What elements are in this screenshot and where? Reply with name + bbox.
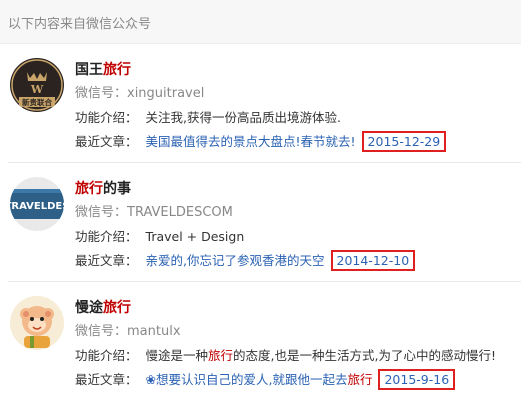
- intro-label: 功能介绍：: [75, 110, 138, 125]
- header-text: 以下内容来自微信公众号: [8, 17, 152, 32]
- king-logo-icon: W 新贵联合: [10, 58, 64, 112]
- divider: [8, 162, 521, 163]
- header-bar: 以下内容来自微信公众号: [0, 0, 521, 44]
- result-item[interactable]: 慢途旅行 微信号：mantulx 功能介绍： 慢途是一种旅行的态度,也是一种生活方…: [0, 283, 521, 401]
- cartoon-monkey-icon: [10, 296, 64, 350]
- intro-label: 功能介绍：: [75, 348, 138, 363]
- intro-row: 功能介绍： Travel + Design: [75, 226, 244, 245]
- intro-row: 功能介绍： 关注我,获得一份高品质出境游体验.: [75, 107, 341, 126]
- recent-row: 最近文章： ❀想要认识自己的爱人,就跟他一起去旅行 2015-9-16: [75, 369, 456, 390]
- divider: [8, 281, 521, 282]
- recent-label: 最近文章：: [75, 134, 138, 149]
- wechat-id: 微信号：TRAVELDESCOM: [75, 205, 233, 220]
- svg-text:W: W: [30, 83, 44, 96]
- wechat-id: 微信号：xinguitravel: [75, 86, 205, 101]
- intro-text: Travel + Design: [145, 229, 245, 244]
- avatar[interactable]: W 新贵联合: [10, 58, 64, 112]
- svg-text:TRAVELDES: TRAVELDES: [10, 201, 64, 212]
- result-item[interactable]: W 新贵联合 国王旅行 微信号：xinguitravel 功能介绍： 关注我,获得…: [0, 45, 521, 163]
- wechat-id: 微信号：mantulx: [75, 324, 181, 339]
- recent-article-link[interactable]: 美国最值得去的景点大盘点!春节就去!: [146, 134, 356, 149]
- recent-label: 最近文章：: [75, 253, 138, 268]
- intro-row: 功能介绍： 慢途是一种旅行的态度,也是一种生活方式,为了心中的感动慢行!: [75, 345, 496, 364]
- traveldes-logo-icon: TRAVELDES: [10, 177, 64, 231]
- account-title[interactable]: 旅行的事: [75, 178, 131, 198]
- recent-article-link[interactable]: ❀想要认识自己的爱人,就跟他一起去旅行: [146, 372, 373, 387]
- article-date: 2015-12-29: [361, 131, 447, 152]
- avatar[interactable]: [10, 296, 64, 350]
- intro-text: 关注我,获得一份高品质出境游体验.: [145, 110, 341, 125]
- account-title[interactable]: 慢途旅行: [75, 297, 131, 317]
- article-date: 2014-12-10: [330, 250, 416, 271]
- intro-text: 慢途是一种旅行的态度,也是一种生活方式,为了心中的感动慢行!: [145, 348, 497, 363]
- svg-text:新贵联合: 新贵联合: [22, 97, 52, 107]
- intro-label: 功能介绍：: [75, 229, 138, 244]
- recent-row: 最近文章： 亲爱的,你忘记了参观香港的天空 2014-12-10: [75, 250, 416, 271]
- recent-label: 最近文章：: [75, 372, 138, 387]
- recent-article-link[interactable]: 亲爱的,你忘记了参观香港的天空: [146, 253, 325, 268]
- article-date: 2015-9-16: [378, 369, 456, 390]
- account-title[interactable]: 国王旅行: [75, 59, 131, 79]
- recent-row: 最近文章： 美国最值得去的景点大盘点!春节就去! 2015-12-29: [75, 131, 447, 152]
- result-item[interactable]: TRAVELDES 旅行的事 微信号：TRAVELDESCOM 功能介绍： Tra…: [0, 164, 521, 282]
- avatar[interactable]: TRAVELDES: [10, 177, 64, 231]
